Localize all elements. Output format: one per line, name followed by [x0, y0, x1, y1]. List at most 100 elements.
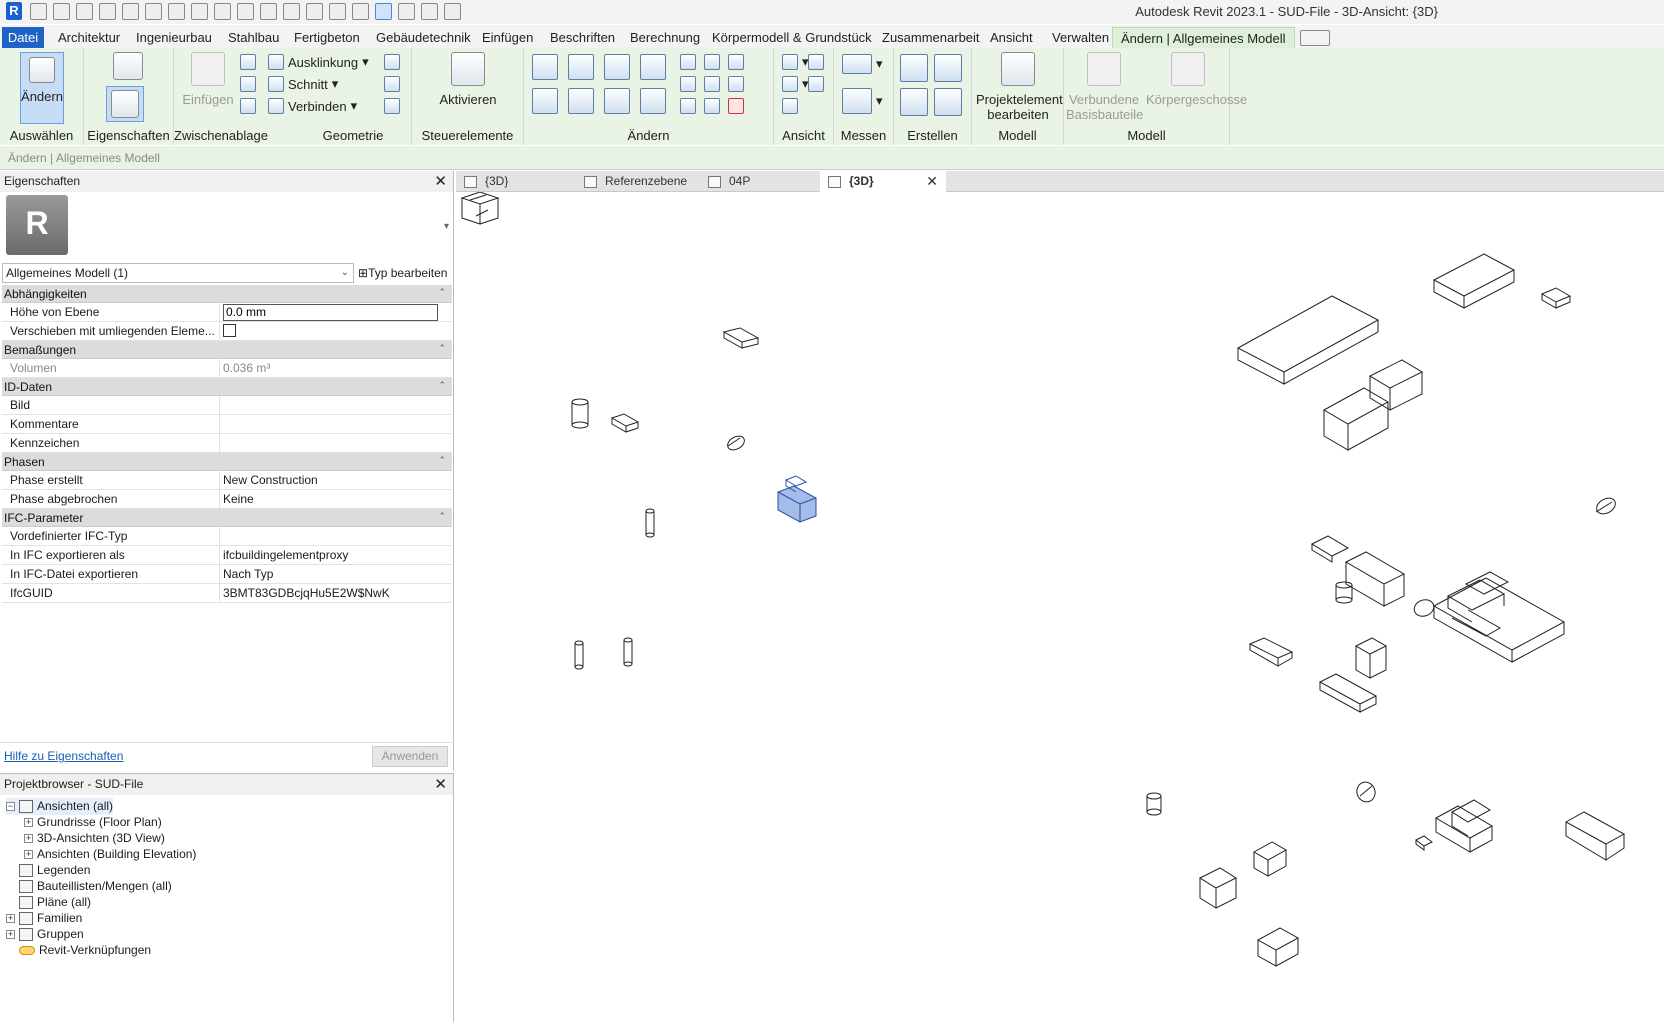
property-value[interactable] [220, 415, 440, 433]
unpin-button[interactable] [728, 54, 744, 70]
model-element-box[interactable] [1344, 551, 1406, 607]
tab-berechnung[interactable]: Berechnung [622, 27, 708, 49]
model-element-cylinder[interactable] [1354, 780, 1378, 805]
properties-button[interactable] [106, 86, 144, 122]
save-icon[interactable] [76, 3, 93, 20]
property-group-header[interactable]: ID-Daten ⌃ [2, 378, 452, 396]
cut-button[interactable] [240, 54, 256, 70]
model-element-assembly[interactable] [1412, 571, 1566, 663]
cope-button[interactable]: Ausklinkung ▾ [268, 54, 369, 70]
selection-box-button[interactable] [782, 98, 798, 114]
type-image-dropdown-icon[interactable]: ▾ [444, 221, 449, 232]
mass-floors-button[interactable]: Körpergeschosse [1146, 52, 1247, 107]
collapse-icon[interactable]: ⌃ [438, 507, 446, 525]
property-value[interactable]: ifcbuildingelementproxy [220, 546, 440, 564]
linework-button[interactable]: ▾ [782, 76, 809, 92]
properties-help-link[interactable]: Hilfe zu Eigenschaften [4, 749, 123, 763]
revit-logo[interactable]: R [6, 2, 22, 20]
split-face-button[interactable] [384, 76, 400, 92]
section-icon[interactable] [352, 3, 369, 20]
edit-in-place-button[interactable]: Projektelement bearbeiten [976, 52, 1063, 122]
tab-ansicht[interactable]: Ansicht [982, 27, 1041, 49]
model-element-box[interactable] [610, 413, 640, 433]
model-element-cylinder[interactable] [1335, 581, 1353, 604]
hide-in-view-button[interactable]: ▾ [782, 54, 809, 70]
print-icon[interactable] [168, 3, 185, 20]
type-properties-button[interactable] [106, 52, 150, 86]
collapse-icon[interactable]: ⌃ [438, 283, 446, 301]
home-icon[interactable] [30, 3, 47, 20]
property-value[interactable]: 3BMT83GDBcjqHu5E2W$NwK [220, 584, 440, 602]
property-value[interactable] [220, 322, 440, 340]
3d-viewport[interactable] [456, 192, 1664, 1022]
type-selector[interactable]: Allgemeines Modell (1) ⌄ [2, 263, 354, 283]
dimension-button[interactable]: ▾ [842, 88, 883, 114]
model-element-cylinder[interactable] [725, 433, 747, 452]
height-offset-input[interactable] [223, 303, 438, 321]
wall-joins-button[interactable] [384, 54, 400, 70]
tab-verwalten[interactable]: Verwalten [1044, 27, 1117, 49]
tab-fertigbeton[interactable]: Fertigbeton [286, 27, 368, 49]
panel-label-auswaehlen[interactable]: Auswählen [0, 128, 83, 143]
close-browser-icon[interactable]: ✕ [434, 774, 447, 795]
model-element-box[interactable] [1248, 637, 1294, 667]
split-button[interactable] [680, 54, 696, 70]
model-element-box[interactable] [1368, 359, 1424, 411]
connected-elements-button[interactable]: Verbundene Basisbauteile [1066, 52, 1143, 122]
view-tab-3d-active[interactable]: {3D} ✕ [820, 171, 946, 192]
expand-toggle-icon[interactable]: + [24, 850, 33, 859]
expand-toggle-icon[interactable]: − [6, 802, 15, 811]
property-value[interactable] [220, 434, 440, 452]
model-element-box[interactable] [1434, 799, 1494, 853]
model-element-box[interactable] [1310, 535, 1350, 563]
model-element-box[interactable] [1322, 387, 1390, 451]
line-style-button[interactable] [808, 76, 824, 92]
tab-datei[interactable]: Datei [2, 27, 44, 49]
model-element-box[interactable] [1318, 673, 1378, 713]
close-tab-icon[interactable]: ✕ [926, 171, 938, 192]
browser-node[interactable]: − Ansichten (all) [6, 798, 114, 815]
3d-view-icon[interactable] [329, 3, 346, 20]
undo-icon[interactable] [122, 3, 139, 20]
expand-toggle-icon[interactable]: + [24, 834, 33, 843]
create-parts-button[interactable] [900, 54, 928, 82]
property-value[interactable]: Keine [220, 490, 440, 508]
tab-koerpermodell[interactable]: Körpermodell & Grundstück [704, 27, 880, 49]
property-group-header[interactable]: Bemaßungen ⌃ [2, 341, 452, 359]
text-icon[interactable] [306, 3, 323, 20]
browser-node[interactable]: + Grundrisse (Floor Plan) [24, 814, 162, 831]
apply-button[interactable]: Anwenden [372, 746, 448, 767]
align-button[interactable] [532, 54, 558, 80]
align-dimension-icon[interactable] [237, 3, 254, 20]
copy-element-button[interactable] [568, 88, 594, 114]
tab-beschriften[interactable]: Beschriften [542, 27, 623, 49]
model-element-box[interactable] [722, 327, 760, 349]
activate-button[interactable]: Aktivieren [436, 52, 500, 107]
close-properties-icon[interactable]: ✕ [434, 171, 447, 192]
match-type-button[interactable] [240, 98, 256, 114]
sync-icon[interactable] [99, 3, 116, 20]
model-element-box[interactable] [1198, 867, 1238, 909]
close-hidden-icon[interactable] [398, 3, 415, 20]
model-element-cylinder[interactable] [574, 640, 584, 670]
property-value[interactable] [220, 303, 440, 321]
thin-lines-icon[interactable] [375, 3, 392, 20]
view-tab-referenzebene[interactable]: Referenzebene [576, 171, 700, 192]
browser-node[interactable]: + Ansichten (Building Elevation) [24, 846, 196, 863]
model-element-cylinder[interactable] [645, 508, 655, 538]
modify-button[interactable]: Ändern [20, 52, 64, 124]
model-element-box[interactable] [1354, 637, 1388, 679]
offset-button[interactable] [568, 54, 594, 80]
tab-aendern-allgemeines-modell[interactable]: Ändern | Allgemeines Modell [1112, 27, 1295, 49]
edit-type-button[interactable]: ⊞Typ bearbeiten [358, 263, 452, 283]
ribbon-toggle-icon[interactable] [1300, 30, 1330, 46]
browser-node[interactable]: Legenden [6, 862, 90, 879]
model-element-box[interactable] [1540, 287, 1572, 309]
cut-geometry-button[interactable]: Schnitt ▾ [268, 76, 338, 92]
model-element-slab[interactable] [1236, 295, 1380, 385]
measure-button[interactable]: ▾ [842, 54, 883, 74]
browser-node[interactable]: Revit-Verknüpfungen [6, 942, 151, 959]
join-button[interactable]: Verbinden ▾ [268, 98, 357, 114]
create-group-button[interactable] [934, 54, 962, 82]
property-value[interactable] [220, 527, 440, 545]
